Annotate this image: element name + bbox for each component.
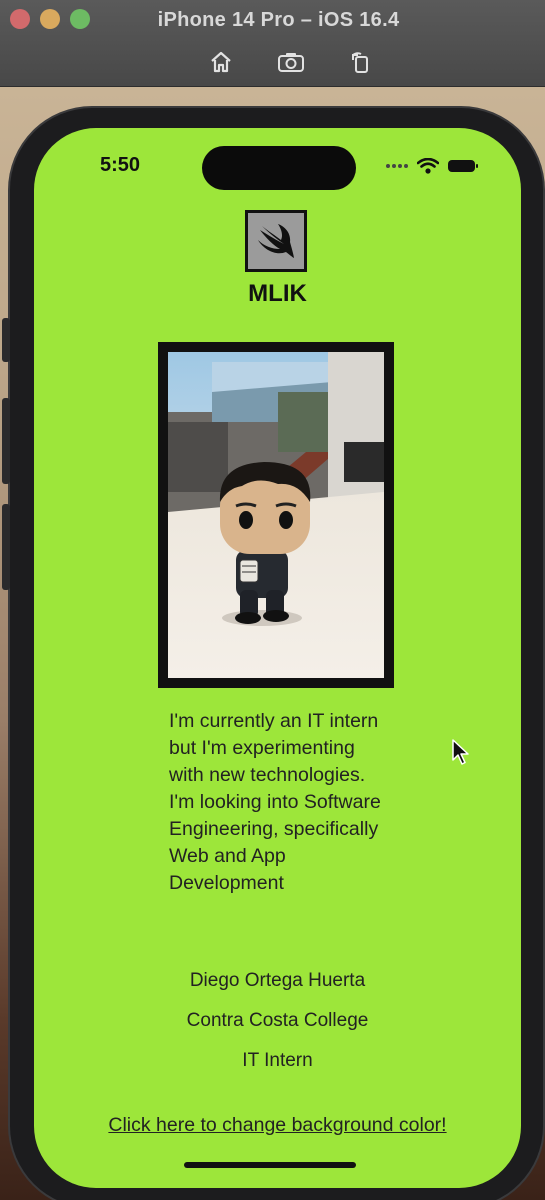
volume-up-button [2, 398, 10, 484]
brand-title: MLIK [248, 280, 307, 307]
profile-photo-frame [158, 342, 394, 688]
screenshot-button[interactable] [275, 48, 307, 76]
app-screen: 5:50 MLIK I'm currently an IT intern but… [34, 128, 521, 1188]
signal-dots-icon [386, 164, 408, 168]
status-icons [385, 158, 479, 174]
action-button [2, 318, 10, 362]
school-name: Contra Costa College [186, 1010, 369, 1031]
app-logo [245, 210, 307, 272]
simulator-toolbar: iPhone 14 Pro – iOS 16.4 [0, 0, 545, 87]
profile-photo [168, 352, 384, 678]
status-time: 5:50 [100, 154, 141, 176]
job-title: IT Intern [242, 1050, 313, 1071]
home-icon [211, 51, 231, 73]
volume-down-button [2, 504, 10, 590]
swift-logo-icon [258, 224, 294, 258]
wifi-icon [417, 158, 439, 174]
rotate-icon [352, 52, 368, 73]
change-background-link[interactable]: Click here to change background color! [34, 1114, 521, 1137]
screenshot-icon [278, 53, 304, 72]
person-name: Diego Ortega Huerta [189, 970, 366, 991]
bio-text: I'm currently an IT intern but I'm exper… [169, 710, 381, 894]
mouse-pointer-icon [452, 739, 469, 765]
rotate-button[interactable] [345, 48, 377, 76]
dynamic-island [202, 146, 356, 190]
home-indicator [184, 1162, 356, 1168]
simulator-title: iPhone 14 Pro – iOS 16.4 [157, 9, 400, 31]
battery-icon [448, 160, 478, 172]
home-button[interactable] [205, 48, 237, 76]
